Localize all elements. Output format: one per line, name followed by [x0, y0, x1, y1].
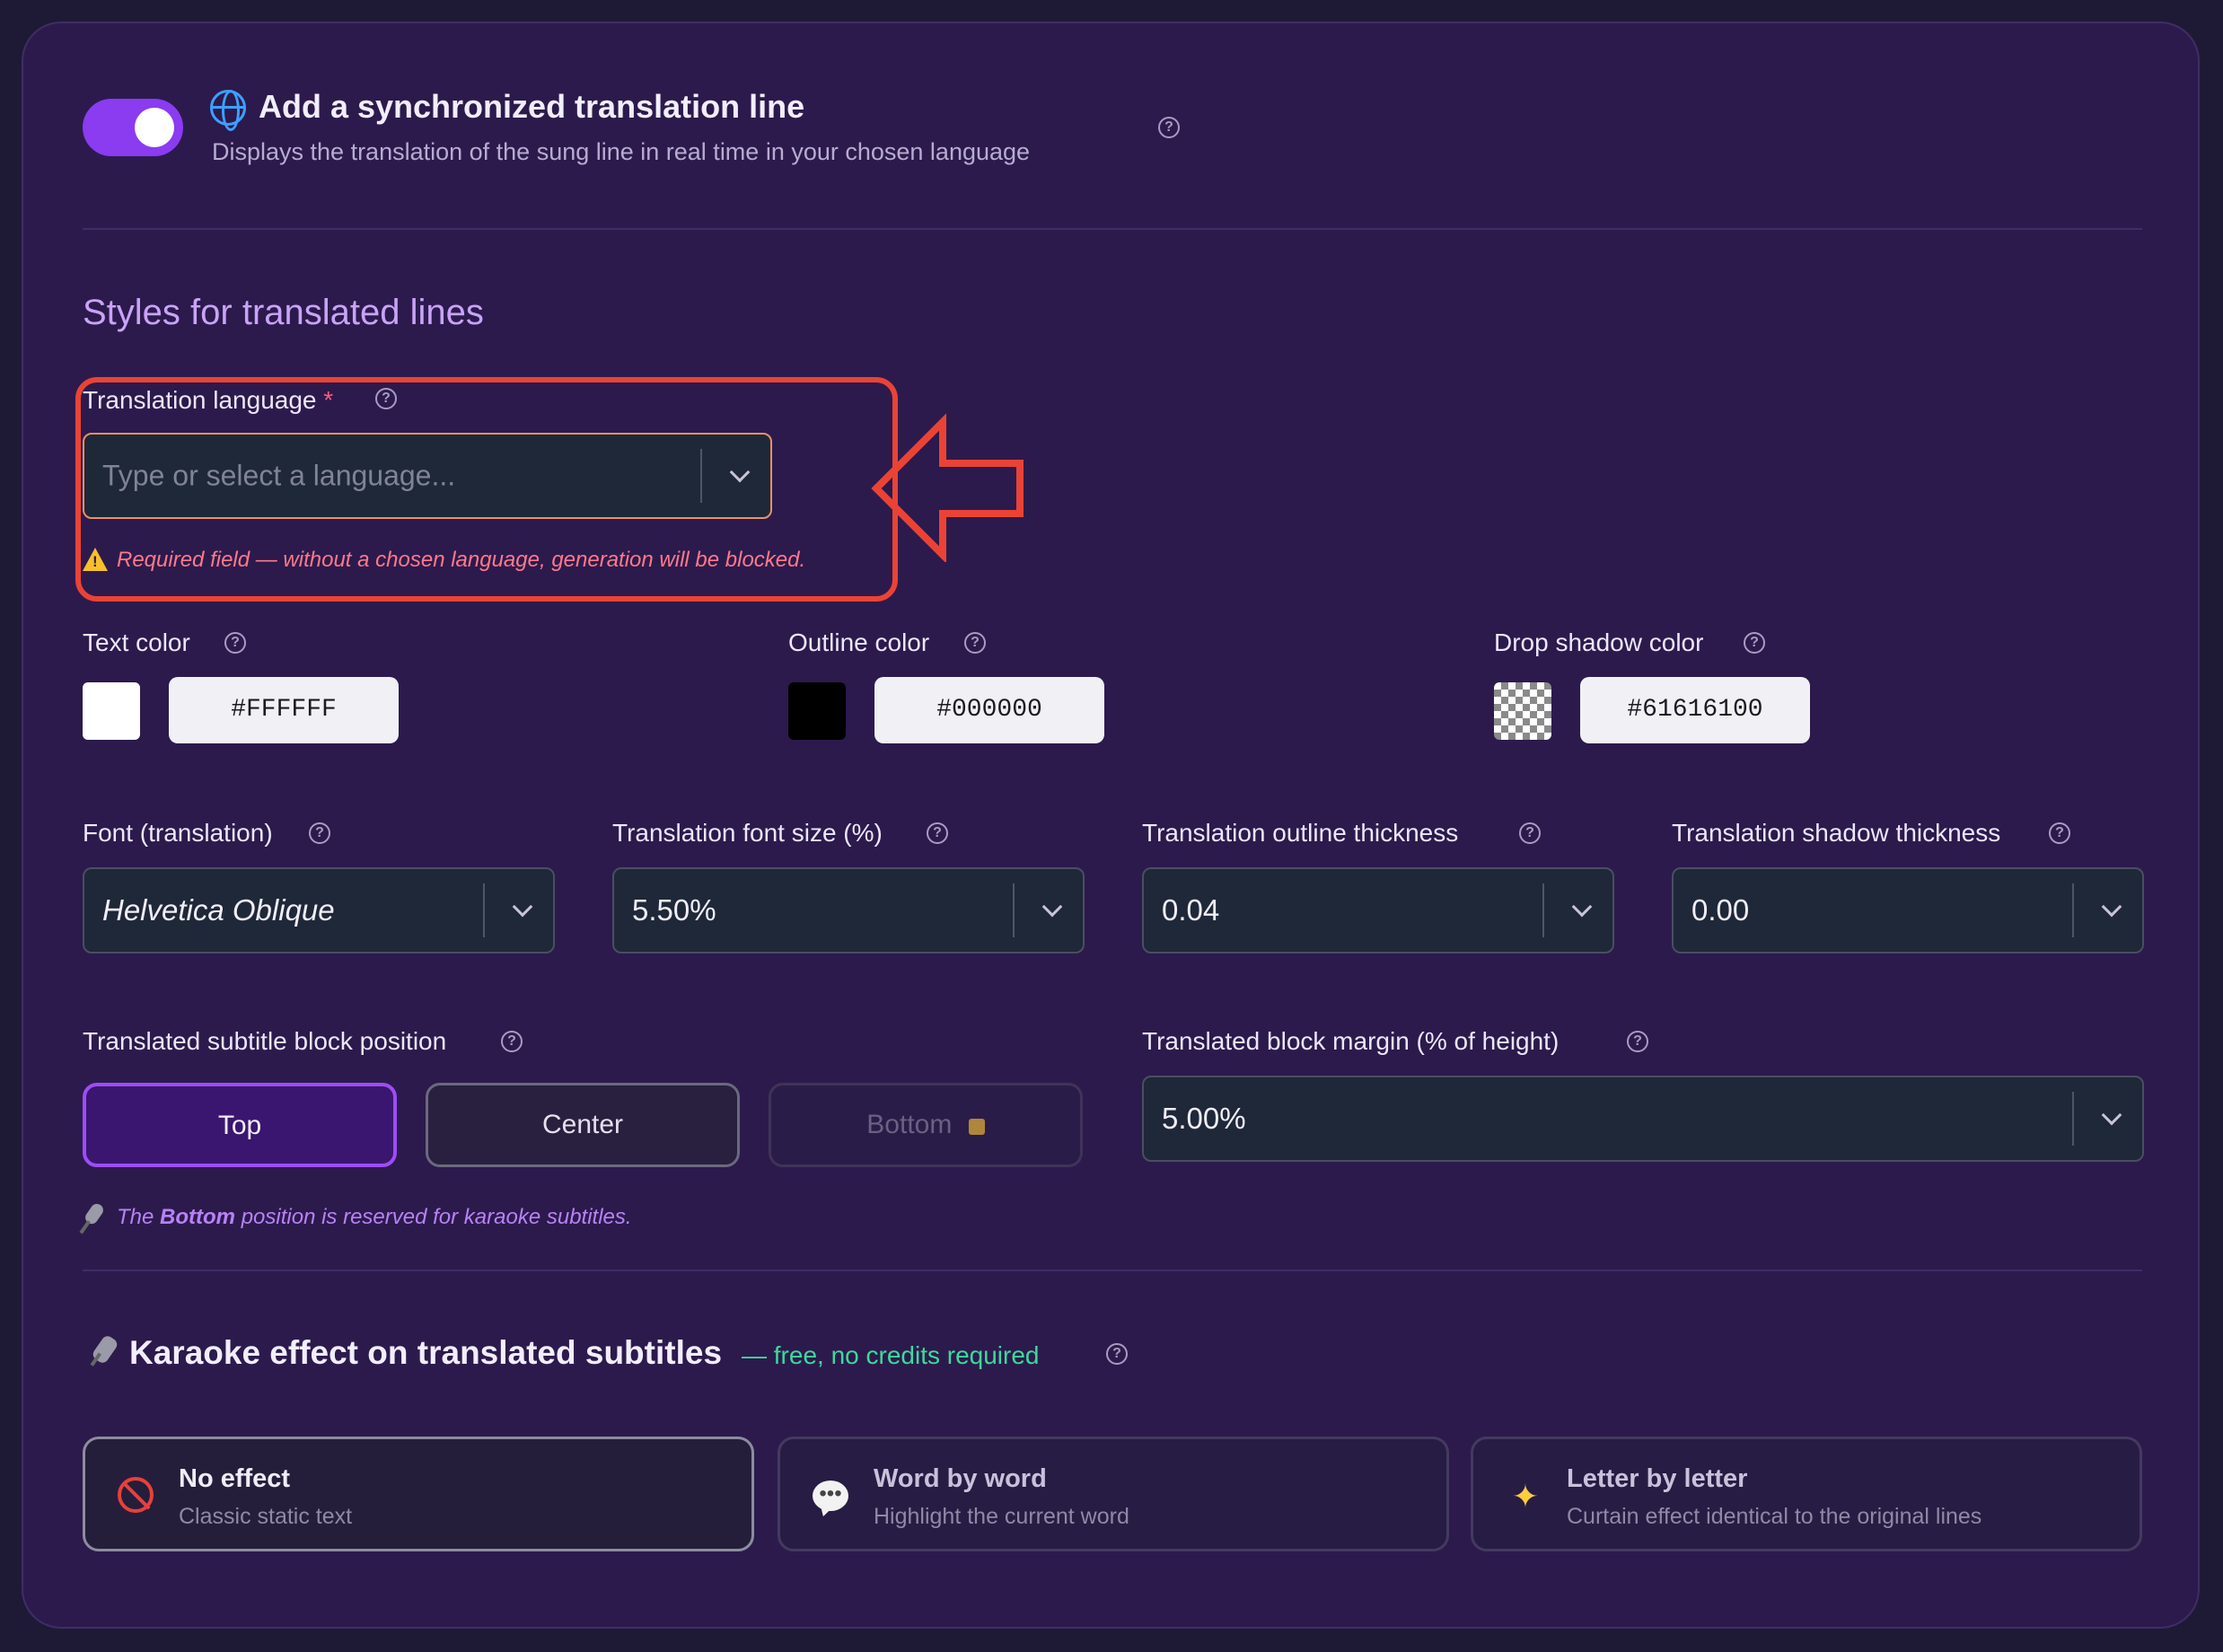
font-label: Font (translation)	[83, 819, 273, 847]
note-prefix: The	[117, 1205, 154, 1229]
select-separator	[2072, 883, 2074, 937]
outline-thickness-select[interactable]: 0.04	[1142, 867, 1614, 953]
font-size-value: 5.50%	[632, 893, 716, 927]
shadow-color-label: Drop shadow color	[1494, 628, 1704, 656]
help-icon[interactable]: ?	[1519, 822, 1541, 844]
position-label: Translated subtitle block position	[83, 1027, 447, 1055]
select-separator	[1013, 883, 1015, 937]
outline-thickness-label: Translation outline thickness	[1142, 819, 1459, 847]
microphone-icon	[91, 1333, 119, 1366]
effect-name: No effect	[179, 1464, 291, 1493]
help-icon[interactable]: ?	[375, 388, 397, 409]
help-icon[interactable]: ?	[927, 822, 948, 844]
position-top-button[interactable]: Top	[83, 1083, 397, 1167]
outline-color-label: Outline color	[788, 628, 930, 656]
effect-option-no-effect[interactable]: No effect Classic static text	[83, 1437, 754, 1551]
font-select[interactable]: Helvetica Oblique	[83, 867, 555, 953]
free-badge: — free, no credits required	[742, 1341, 1040, 1369]
select-separator	[700, 449, 702, 503]
language-warning: Required field — without a chosen langua…	[117, 548, 806, 572]
outline-thickness-value: 0.04	[1162, 893, 1220, 927]
position-note: The Bottom position is reserved for kara…	[117, 1205, 632, 1230]
shadow-color-hex-input[interactable]: #61616100	[1580, 677, 1810, 743]
effect-option-word-by-word[interactable]: ••• Word by word Highlight the current w…	[778, 1437, 1449, 1551]
language-select[interactable]: Type or select a language...	[83, 433, 772, 519]
divider	[83, 228, 2142, 230]
shadow-thickness-value: 0.00	[1691, 893, 1750, 927]
position-center-button[interactable]: Center	[426, 1083, 740, 1167]
translation-toggle[interactable]	[83, 99, 183, 156]
shadow-thickness-select[interactable]: 0.00	[1672, 867, 2144, 953]
language-label-text: Translation language	[83, 386, 317, 414]
divider	[83, 1270, 2142, 1271]
language-label: Translation language *	[83, 386, 333, 415]
help-icon[interactable]: ?	[224, 632, 246, 654]
globe-icon	[210, 90, 246, 131]
help-icon[interactable]: ?	[309, 822, 330, 844]
help-icon[interactable]: ?	[964, 632, 986, 654]
text-color-hex-input[interactable]: #FFFFFF	[169, 677, 399, 743]
select-separator	[483, 883, 485, 937]
outline-color-swatch[interactable]	[788, 682, 846, 740]
effect-option-letter-by-letter[interactable]: ✦ Letter by letter Curtain effect identi…	[1471, 1437, 2142, 1551]
chevron-down-icon[interactable]	[1041, 896, 1063, 918]
help-icon[interactable]: ?	[1744, 632, 1765, 654]
toggle-knob	[135, 108, 174, 147]
help-icon[interactable]: ?	[1627, 1031, 1648, 1052]
effect-desc: Classic static text	[179, 1504, 353, 1529]
help-icon[interactable]: ?	[1106, 1343, 1128, 1365]
margin-select[interactable]: 5.00%	[1142, 1076, 2144, 1162]
microphone-icon	[83, 1201, 106, 1226]
select-separator	[1542, 883, 1544, 937]
margin-value: 5.00%	[1162, 1102, 1246, 1135]
chevron-down-icon[interactable]	[1571, 896, 1593, 918]
effect-name: Word by word	[874, 1464, 1047, 1493]
margin-label: Translated block margin (% of height)	[1142, 1027, 1560, 1055]
effect-name: Letter by letter	[1567, 1464, 1748, 1493]
language-placeholder: Type or select a language...	[102, 459, 456, 492]
text-color-swatch[interactable]	[83, 682, 140, 740]
note-bold: Bottom	[160, 1205, 236, 1229]
effect-desc: Highlight the current word	[874, 1504, 1129, 1529]
position-bottom-button-locked: Bottom	[769, 1083, 1083, 1167]
warning-icon: !	[83, 548, 108, 571]
settings-panel: Add a synchronized translation line Disp…	[22, 22, 2200, 1629]
karaoke-title: Karaoke effect on translated subtitles	[129, 1334, 723, 1371]
shadow-thickness-label: Translation shadow thickness	[1672, 819, 2001, 847]
chevron-down-icon[interactable]	[729, 461, 751, 483]
font-size-label: Translation font size (%)	[612, 819, 883, 847]
arrow-annotation-icon	[871, 413, 1024, 562]
header-title: Add a synchronized translation line	[259, 88, 805, 125]
lock-icon	[968, 1119, 985, 1135]
help-icon[interactable]: ?	[1158, 117, 1180, 138]
sparkles-icon: ✦	[1511, 1478, 1540, 1515]
font-value: Helvetica Oblique	[102, 893, 335, 927]
speech-bubble-icon: •••	[813, 1481, 848, 1511]
shadow-color-swatch[interactable]	[1494, 682, 1551, 740]
chevron-down-icon[interactable]	[2101, 896, 2122, 918]
help-icon[interactable]: ?	[501, 1031, 523, 1052]
chevron-down-icon[interactable]	[512, 896, 533, 918]
text-color-label: Text color	[83, 628, 190, 656]
chevron-down-icon[interactable]	[2101, 1104, 2122, 1126]
required-mark: *	[323, 386, 334, 414]
note-suffix: position is reserved for karaoke subtitl…	[241, 1205, 632, 1229]
position-bottom-label: Bottom	[866, 1110, 953, 1139]
select-separator	[2072, 1092, 2074, 1146]
help-icon[interactable]: ?	[2049, 822, 2070, 844]
section-title-styles: Styles for translated lines	[83, 293, 484, 332]
header-subtitle: Displays the translation of the sung lin…	[212, 138, 1031, 165]
effect-desc: Curtain effect identical to the original…	[1567, 1504, 1982, 1529]
outline-color-hex-input[interactable]: #000000	[874, 677, 1104, 743]
no-entry-icon	[118, 1477, 154, 1513]
font-size-select[interactable]: 5.50%	[612, 867, 1085, 953]
